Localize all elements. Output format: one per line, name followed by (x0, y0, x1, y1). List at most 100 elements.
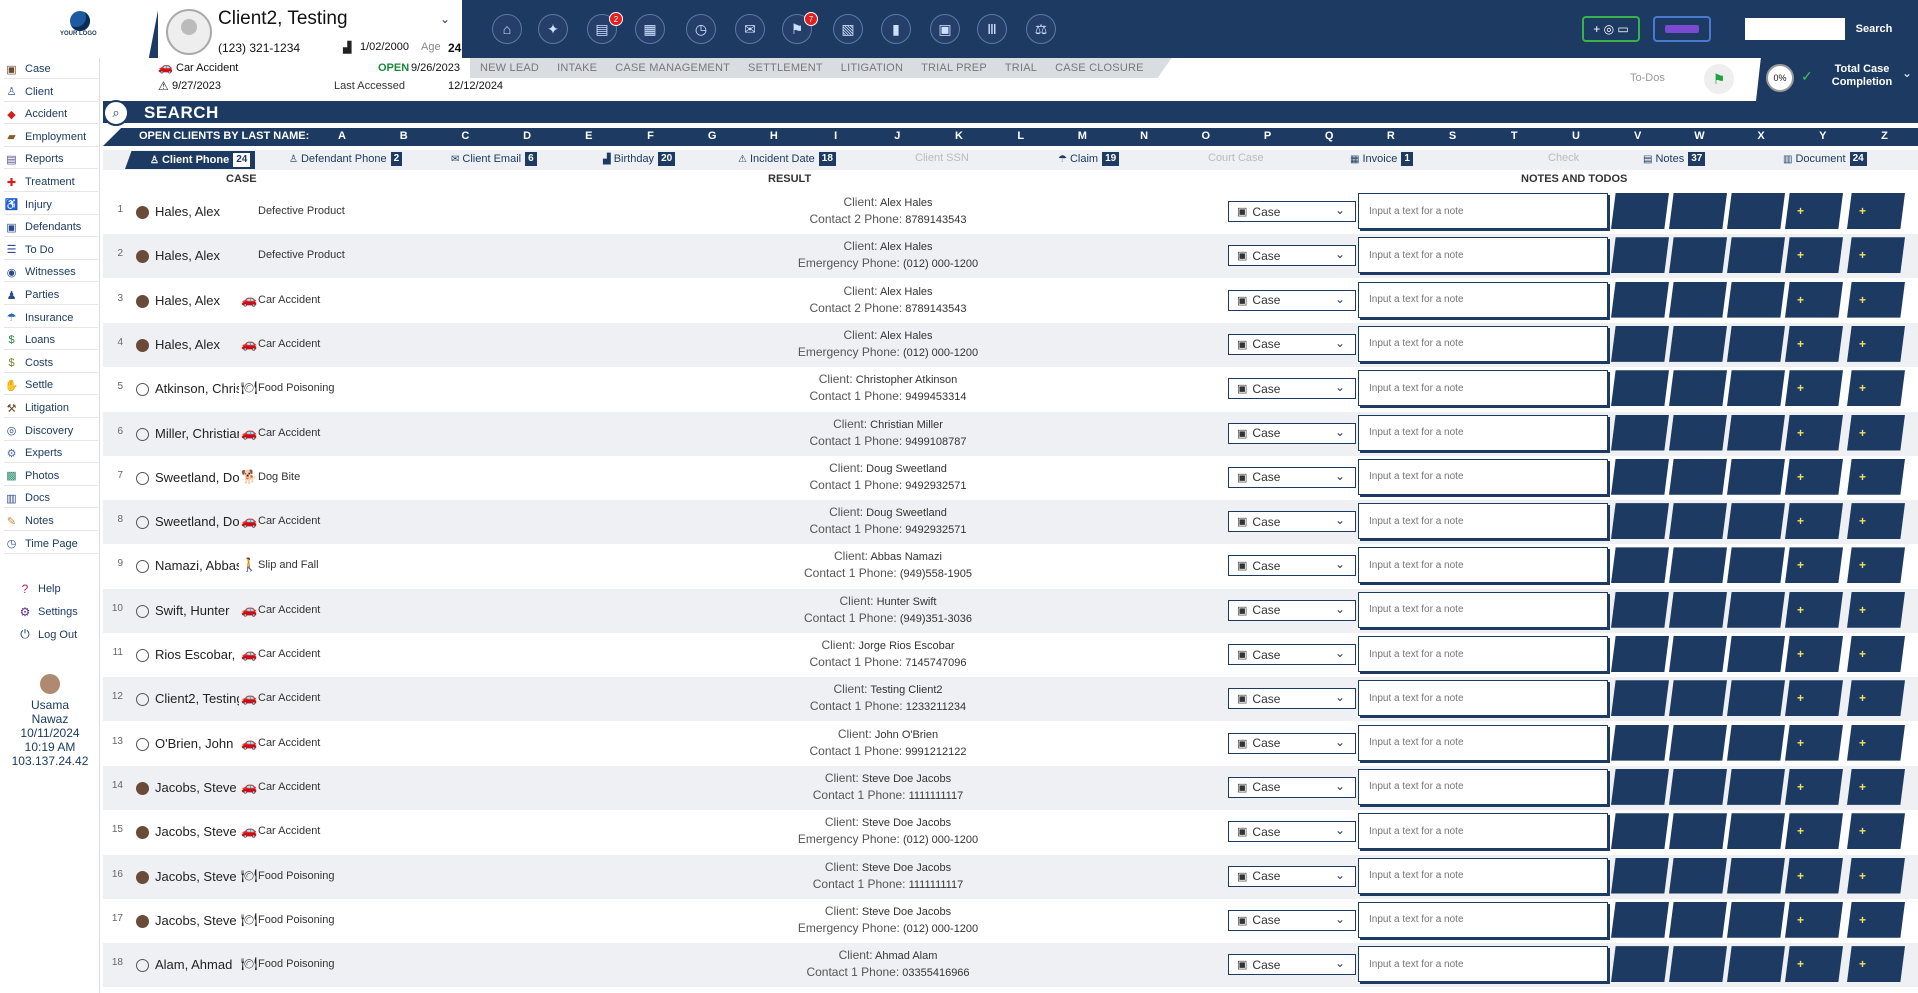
tab-claim[interactable]: ☂ Claim 19 (1058, 152, 1120, 166)
action-button-3[interactable] (1727, 193, 1785, 229)
action-button-2[interactable] (1669, 547, 1727, 584)
action-button-1[interactable] (1611, 946, 1669, 983)
action-button-2[interactable] (1669, 724, 1727, 761)
action-button-3[interactable] (1727, 325, 1785, 362)
add-todo-button[interactable]: + (1847, 591, 1905, 628)
user-avatar[interactable] (40, 674, 60, 694)
letter-filter-a[interactable]: A (332, 130, 352, 142)
client-name-link[interactable]: Atkinson, Christopher (155, 381, 239, 396)
note-input[interactable] (1358, 636, 1608, 672)
action-button-2[interactable] (1669, 281, 1727, 318)
action-button-2[interactable] (1669, 370, 1727, 407)
sidebar-item-loans[interactable]: $ Loans (4, 331, 98, 351)
case-select[interactable]: ▣ Case ⌄ (1228, 555, 1356, 577)
stage-litigation[interactable]: LITIGATION (841, 62, 903, 74)
chevron-down-icon[interactable]: ⌄ (440, 12, 450, 26)
note-input[interactable] (1358, 503, 1608, 540)
add-note-button[interactable]: + (1785, 724, 1843, 761)
flag-icon[interactable]: ⚑ 7 (782, 12, 818, 44)
letter-filter-i[interactable]: I (826, 130, 846, 142)
case-select[interactable]: ▣ Case ⌄ (1228, 333, 1356, 355)
action-button-1[interactable] (1611, 724, 1669, 761)
letter-filter-k[interactable]: K (949, 130, 969, 142)
sidebar-util-log-out[interactable]: ⏻ Log Out (18, 627, 77, 642)
action-button-1[interactable] (1611, 901, 1669, 938)
client-name-link[interactable]: Namazi, Abbas (155, 558, 239, 573)
sidebar-item-discovery[interactable]: ◎ Discovery (4, 422, 98, 441)
add-note-button[interactable]: + (1785, 503, 1843, 540)
sidebar-item-injury[interactable]: ♿ Injury (4, 196, 98, 215)
sidebar-util-settings[interactable]: ⚙ Settings (18, 605, 78, 619)
case-select[interactable]: ▣ Case ⌄ (1228, 378, 1356, 400)
letter-filter-v[interactable]: V (1628, 130, 1648, 142)
clock-check-icon[interactable]: ◷ (686, 14, 716, 44)
add-note-button[interactable]: + (1785, 946, 1843, 983)
action-button-3[interactable] (1727, 857, 1785, 894)
note-input[interactable] (1358, 281, 1608, 318)
tab-check[interactable]: Check (1548, 152, 1579, 164)
letter-filter-x[interactable]: X (1751, 130, 1771, 142)
letter-filter-d[interactable]: D (517, 130, 537, 142)
letter-filter-j[interactable]: J (887, 130, 907, 142)
search-button[interactable]: Search (1845, 18, 1903, 40)
stage-case-management[interactable]: CASE MANAGEMENT (615, 62, 730, 74)
tab-client-phone[interactable]: ♙ Client Phone 24 (125, 151, 256, 169)
add-note-button[interactable]: + (1785, 768, 1843, 805)
action-button-3[interactable] (1727, 946, 1785, 983)
sidebar-item-time-page[interactable]: ◷ Time Page (4, 535, 98, 554)
sidebar-item-to-do[interactable]: ☰ To Do (4, 241, 98, 260)
grid-icon[interactable]: ▣ (930, 14, 960, 44)
action-button-2[interactable] (1669, 458, 1727, 495)
add-note-button[interactable]: + (1785, 370, 1843, 407)
add-note-button[interactable]: + (1785, 547, 1843, 584)
action-button-2[interactable] (1669, 636, 1727, 672)
stage-trial[interactable]: TRIAL (1005, 62, 1037, 74)
action-button-1[interactable] (1611, 325, 1669, 362)
add-todo-button[interactable]: + (1847, 901, 1905, 938)
letter-filter-e[interactable]: E (579, 130, 599, 142)
case-select[interactable]: ▣ Case ⌄ (1228, 688, 1356, 710)
action-button-3[interactable] (1727, 370, 1785, 407)
flag-icon[interactable]: ⚑ (1704, 64, 1734, 94)
sidebar-item-experts[interactable]: ⚙ Experts (4, 444, 98, 464)
sidebar-item-case[interactable]: ▣ Case (4, 60, 98, 79)
tab-notes[interactable]: ▤ Notes 37 (1643, 152, 1706, 166)
action-button-2[interactable] (1669, 503, 1727, 540)
add-note-button[interactable]: + (1785, 325, 1843, 362)
action-button-1[interactable] (1611, 547, 1669, 584)
add-todo-button[interactable]: + (1847, 503, 1905, 540)
letter-filter-l[interactable]: L (1011, 130, 1031, 142)
note-input[interactable] (1358, 946, 1608, 983)
case-select[interactable]: ▣ Case ⌄ (1228, 644, 1356, 665)
sidebar-item-photos[interactable]: ▩ Photos (4, 467, 98, 486)
case-select[interactable]: ▣ Case ⌄ (1228, 732, 1356, 754)
letter-filter-g[interactable]: G (702, 130, 722, 142)
client-name-link[interactable]: Hales, Alex (155, 204, 239, 219)
letter-filter-u[interactable]: U (1566, 130, 1586, 142)
sidebar-item-witnesses[interactable]: ◉ Witnesses (4, 263, 98, 283)
scales-icon[interactable]: ⚖ (1026, 14, 1056, 44)
tab-client-email[interactable]: ✉ Client Email 6 (451, 152, 537, 166)
stage-settlement[interactable]: SETTLEMENT (748, 62, 823, 74)
tab-birthday[interactable]: ▟ Birthday 20 (603, 152, 676, 166)
compass-icon[interactable]: ✦ (538, 14, 568, 44)
add-todo-button[interactable]: + (1847, 458, 1905, 495)
scanner-button[interactable] (1653, 16, 1711, 42)
add-todo-button[interactable]: + (1847, 857, 1905, 894)
action-button-3[interactable] (1727, 281, 1785, 318)
letter-filter-w[interactable]: W (1689, 130, 1709, 142)
note-input[interactable] (1358, 414, 1608, 451)
stage-new-lead[interactable]: NEW LEAD (480, 62, 539, 74)
action-button-3[interactable] (1727, 636, 1785, 672)
case-select[interactable]: ▣ Case ⌄ (1228, 289, 1356, 311)
case-select[interactable]: ▣ Case ⌄ (1228, 865, 1356, 887)
client-name-link[interactable]: Sweetland, Doug (155, 470, 239, 485)
action-button-1[interactable] (1611, 281, 1669, 318)
stage-intake[interactable]: INTAKE (557, 62, 597, 74)
client-name-link[interactable]: Jacobs, Steve (155, 913, 239, 928)
add-todo-button[interactable]: + (1847, 237, 1905, 274)
add-note-button[interactable]: + (1785, 414, 1843, 451)
action-button-2[interactable] (1669, 237, 1727, 274)
add-note-button[interactable]: + (1785, 901, 1843, 938)
note-input[interactable] (1358, 591, 1608, 628)
